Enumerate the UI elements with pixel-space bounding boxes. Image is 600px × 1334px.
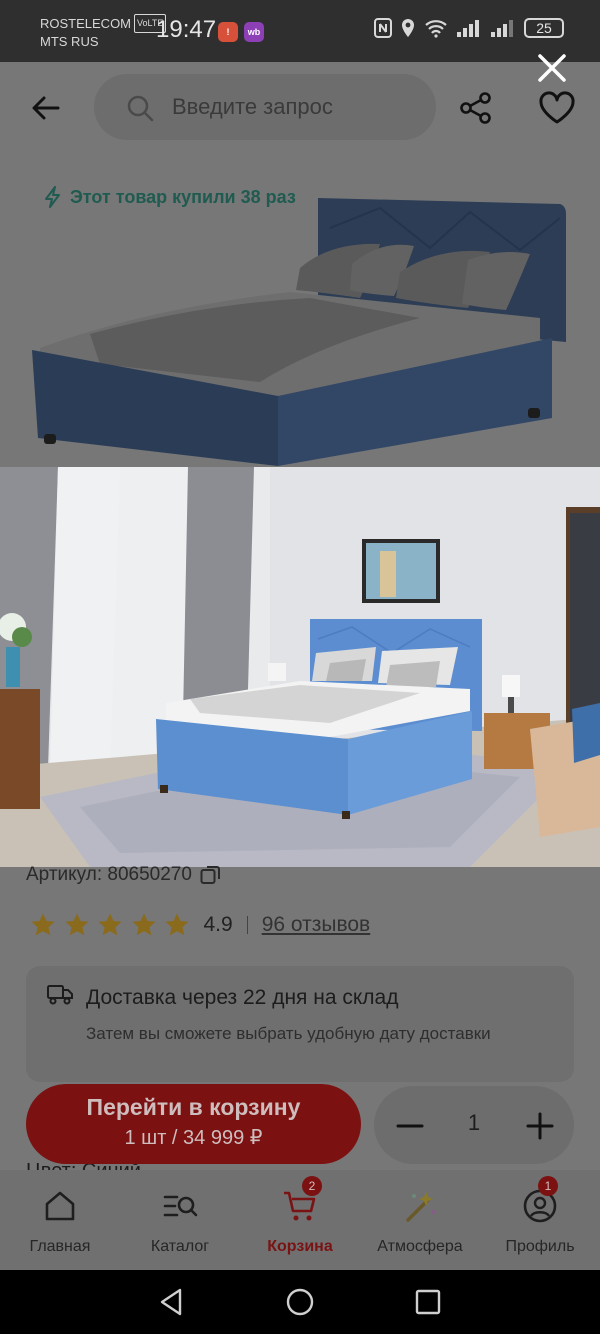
nfc-icon xyxy=(374,18,392,38)
copy-icon[interactable] xyxy=(200,864,222,886)
purchase-count-banner: Этот товар купили 38 раз xyxy=(44,186,296,208)
star-icon xyxy=(65,913,88,936)
delivery-title: Доставка через 22 дня на склад xyxy=(86,986,399,1009)
rating-row[interactable]: 4.9 96 отзывов xyxy=(30,908,370,942)
lightning-icon xyxy=(45,186,60,208)
nav-home-icon[interactable] xyxy=(284,1286,316,1318)
tab-cart[interactable]: 2 Корзина xyxy=(240,1170,360,1270)
back-arrow-icon[interactable] xyxy=(28,90,64,126)
rating-divider xyxy=(246,916,248,934)
delivery-subtitle: Затем вы сможете выбрать удобную дату до… xyxy=(86,1024,491,1043)
product-photo-bed[interactable] xyxy=(0,168,600,466)
status-time: 19:47 xyxy=(156,16,217,43)
star-icon xyxy=(31,913,55,936)
nav-back-icon[interactable] xyxy=(156,1286,188,1318)
close-icon[interactable] xyxy=(528,44,576,92)
signal-2-icon xyxy=(491,20,513,37)
wifi-icon xyxy=(425,20,447,38)
star-icon xyxy=(165,913,189,936)
tab-label: Каталог xyxy=(150,1238,210,1255)
article-text: Артикул: 80650270 xyxy=(26,864,192,885)
share-icon[interactable] xyxy=(458,90,494,126)
minus-icon[interactable] xyxy=(394,1110,426,1142)
search-input[interactable] xyxy=(172,88,422,126)
purchase-count-text: Этот товар купили 38 раз xyxy=(70,186,296,207)
nav-recents-icon[interactable] xyxy=(412,1286,444,1318)
product-page: Этот товар купили 38 раз xyxy=(0,62,600,1270)
rating-score: 4.9 xyxy=(203,913,233,936)
system-icons: 25 xyxy=(374,18,564,38)
tab-profile[interactable]: 1 Профиль xyxy=(480,1170,600,1270)
carrier-2: MTS RUS xyxy=(40,34,99,49)
go-to-cart-label: Перейти в корзину xyxy=(86,1094,301,1120)
go-to-cart-button[interactable]: Перейти в корзину 1 шт / 34 999 ₽ xyxy=(26,1084,361,1164)
profile-badge: 1 xyxy=(538,1176,558,1196)
plus-icon[interactable] xyxy=(524,1110,556,1142)
favorite-heart-icon[interactable] xyxy=(538,90,576,126)
catalog-search-icon xyxy=(163,1195,198,1217)
wildberries-notification-icon: wb xyxy=(244,22,264,42)
tab-label: Главная xyxy=(29,1238,91,1255)
search-bar[interactable] xyxy=(94,74,436,140)
tab-label: Профиль xyxy=(505,1238,575,1255)
quantity-value: 1 xyxy=(467,1110,481,1135)
star-icon xyxy=(132,913,155,936)
delivery-truck-icon xyxy=(47,985,73,1005)
cart-badge: 2 xyxy=(302,1176,322,1196)
home-icon xyxy=(45,1191,75,1221)
cart-summary: 1 шт / 34 999 ₽ xyxy=(124,1127,263,1149)
magic-wand-icon xyxy=(406,1192,435,1222)
notification-app-icon: ! xyxy=(218,22,238,42)
delivery-info-card: Доставка через 22 дня на склад Затем вы … xyxy=(26,966,574,1082)
location-icon xyxy=(402,19,414,37)
tab-label: Атмосфера xyxy=(377,1238,463,1255)
signal-1-icon xyxy=(457,20,479,37)
tab-label: Корзина xyxy=(267,1238,333,1255)
carrier-1: ROSTELECOM xyxy=(40,16,132,31)
reviews-link[interactable]: 96 отзывов xyxy=(262,913,371,937)
article-number: Артикул: 80650270 xyxy=(26,864,222,886)
system-navigation-bar xyxy=(0,1270,600,1334)
bottom-tab-bar: Главная Каталог 2 Корзина Атмосфера 1 Пр… xyxy=(0,1170,600,1270)
search-icon xyxy=(127,95,154,122)
tab-home[interactable]: Главная xyxy=(0,1170,120,1270)
status-bar: ROSTELECOM VoLTE MTS RUS 19:47 ! wb 25 xyxy=(0,0,600,62)
star-icon xyxy=(98,913,122,936)
top-bar xyxy=(0,62,600,158)
quantity-stepper: 1 xyxy=(374,1086,574,1164)
tab-catalog[interactable]: Каталог xyxy=(120,1170,240,1270)
carrier-info: ROSTELECOM VoLTE MTS RUS xyxy=(40,14,167,50)
product-photo-room[interactable] xyxy=(0,467,600,867)
tab-atmosphere[interactable]: Атмосфера xyxy=(360,1170,480,1270)
battery-indicator: 25 xyxy=(524,18,564,38)
